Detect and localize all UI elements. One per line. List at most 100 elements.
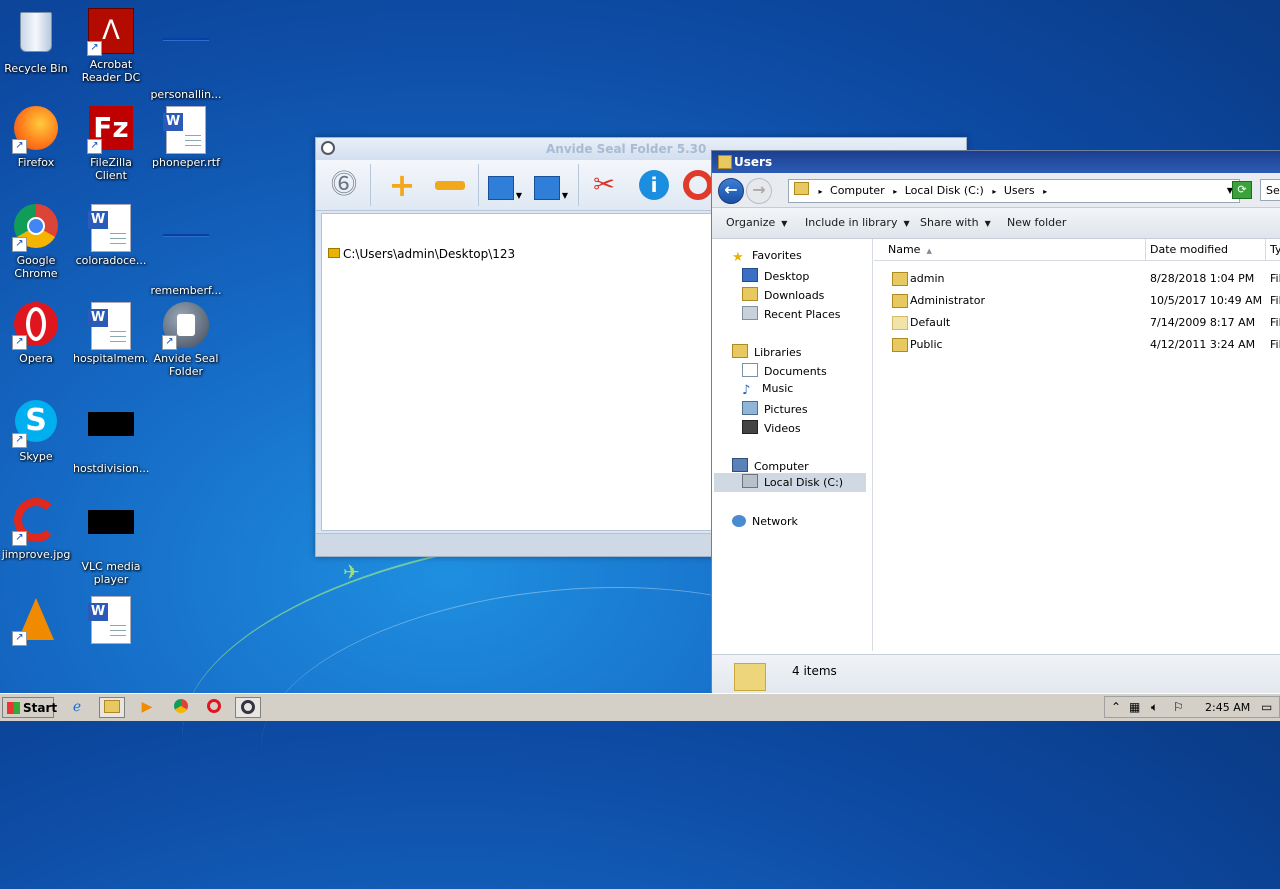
pictures-icon — [742, 401, 758, 415]
explorer-titlebar[interactable]: Users — [712, 151, 1280, 173]
desktop-icon-phoneper[interactable]: W phoneper.rtf — [148, 106, 224, 169]
nav-computer[interactable]: Computer — [732, 458, 809, 473]
anvide-title: Anvide Seal Folder 5.30 — [546, 142, 707, 156]
folder-list-item[interactable]: C:\Users\admin\Desktop\123 — [328, 247, 515, 261]
wallpaper-logo: ✈ — [343, 560, 360, 584]
file-icon — [162, 38, 210, 86]
desktop-icon-opera[interactable]: ↗ Opera — [0, 302, 74, 365]
item-count: 4 items — [792, 664, 837, 678]
user-folder-icon — [892, 272, 908, 286]
organize-button[interactable]: Organize ▼ — [726, 216, 787, 229]
shortcut-arrow-icon: ↗ — [12, 237, 27, 252]
show-desktop-icon[interactable]: ▭ — [1261, 700, 1272, 714]
column-header-type[interactable]: Ty — [1266, 239, 1280, 261]
clock[interactable]: 2:45 AM — [1205, 701, 1250, 714]
refresh-button[interactable]: ⟳ — [1232, 181, 1252, 199]
word-document-icon: W — [87, 204, 135, 252]
action-center-flag-icon[interactable]: ⚐ — [1173, 700, 1184, 714]
word-document-icon: W — [162, 106, 210, 154]
nav-documents[interactable]: Documents — [742, 363, 827, 378]
show-hidden-icons-icon[interactable]: ⌃ — [1111, 700, 1121, 714]
taskbar-chrome-icon[interactable] — [168, 697, 194, 718]
taskbar-opera-icon[interactable] — [201, 697, 227, 718]
explorer-window[interactable]: Users ← → ▸ Computer ▸ Local Disk (C:) ▸… — [711, 150, 1280, 693]
desktop-icon-rememberf[interactable]: rememberf... — [148, 204, 224, 297]
start-button[interactable]: Start — [2, 697, 57, 718]
breadcrumb-computer[interactable]: Computer — [830, 184, 885, 197]
settings-wrench-icon[interactable]: ✂ — [586, 168, 622, 202]
folder-icon — [718, 155, 732, 169]
nav-network[interactable]: Network — [732, 515, 798, 528]
back-button[interactable]: ← — [718, 178, 744, 204]
desktop-icon-ccleaner[interactable]: ↗ jimprove.jpg — [0, 498, 74, 561]
column-header-name[interactable]: Name ▲ — [874, 239, 1146, 261]
recycle-bin-icon — [12, 12, 60, 60]
breadcrumb-local-disk[interactable]: Local Disk (C:) — [905, 184, 984, 197]
taskbar-anvide-icon[interactable] — [235, 697, 261, 718]
desktop-icon-hostdivision[interactable]: hostdivision... — [73, 400, 149, 475]
shortcut-arrow-icon: ↗ — [12, 139, 27, 154]
file-row[interactable]: Public 4/12/2011 3:24 AM Fil — [874, 334, 1280, 356]
file-row[interactable]: Default 7/14/2009 8:17 AM Fil — [874, 312, 1280, 334]
column-header-date[interactable]: Date modified — [1146, 239, 1266, 261]
lock-folder-button[interactable]: ▼ — [482, 168, 526, 202]
info-icon[interactable]: i — [636, 168, 672, 202]
desktop-icon-hospitalmem[interactable]: W hospitalmem... — [73, 302, 149, 365]
nav-recent-places[interactable]: Recent Places — [742, 306, 841, 321]
nav-favorites[interactable]: ★ Favorites — [732, 249, 802, 265]
remove-folder-button[interactable] — [432, 168, 468, 202]
desktop-icon-acrobat[interactable]: ᐱ ↗ Acrobat Reader DC — [73, 8, 149, 84]
lock-dial-icon[interactable]: ⓺ — [326, 168, 362, 202]
acrobat-icon: ᐱ ↗ — [87, 8, 135, 56]
desktop-icon-skype[interactable]: S ↗ Skype — [0, 400, 74, 463]
anvide-seal-icon: ↗ — [162, 302, 210, 350]
opera-icon: ↗ — [12, 302, 60, 350]
documents-icon — [742, 363, 758, 377]
desktop-icon-chrome[interactable]: ↗ Google Chrome — [0, 204, 74, 280]
drive-icon — [742, 474, 758, 488]
computer-icon — [732, 458, 748, 472]
nav-desktop[interactable]: Desktop — [742, 268, 809, 283]
forward-button[interactable]: → — [746, 178, 772, 204]
image-file-icon — [87, 412, 135, 460]
desktop-icon-anvide[interactable]: ↗ Anvide Seal Folder — [148, 302, 224, 378]
nav-videos[interactable]: Videos — [742, 420, 801, 435]
app-menu-icon[interactable] — [321, 141, 335, 155]
taskbar-ie-icon[interactable]: ℯ — [64, 697, 90, 718]
desktop-icon-recycle-bin[interactable]: Recycle Bin — [0, 8, 74, 75]
folder-list[interactable]: C:\Users\admin\Desktop\123 — [321, 213, 723, 531]
taskbar: Start ℯ ▶ ⌃ ▦ 🔈︎ ⚐ 2:45 AM ▭ — [0, 693, 1280, 721]
volume-icon[interactable]: 🔈︎ — [1151, 700, 1158, 715]
desktop-icon-firefox[interactable]: ↗ Firefox — [0, 106, 74, 169]
desktop-icon-coloradoce[interactable]: W coloradoce... — [73, 204, 149, 267]
share-with-button[interactable]: Share with ▼ — [920, 216, 991, 229]
recent-places-icon — [742, 306, 758, 320]
file-row[interactable]: Administrator 10/5/2017 10:49 AM Fil — [874, 290, 1280, 312]
desktop-icon-vlc[interactable]: ↗ — [0, 596, 74, 648]
taskbar-explorer-icon[interactable] — [99, 697, 125, 718]
nav-downloads[interactable]: Downloads — [742, 287, 824, 302]
breadcrumb-users[interactable]: Users — [1004, 184, 1035, 197]
network-icon[interactable]: ▦ — [1129, 700, 1140, 714]
desktop-icon-patientcredi[interactable]: W — [73, 596, 149, 646]
desktop-icon — [742, 268, 758, 282]
vlc-cone-icon: ↗ — [12, 598, 60, 646]
add-folder-button[interactable]: + — [384, 168, 420, 202]
desktop-icon-filezilla[interactable]: Fz ↗ FileZilla Client — [73, 106, 149, 182]
nav-libraries[interactable]: Libraries — [732, 344, 802, 359]
unlock-folder-button[interactable]: ▼ — [528, 168, 572, 202]
folder-icon — [892, 316, 908, 330]
nav-local-disk[interactable]: Local Disk (C:) — [714, 473, 866, 492]
nav-music[interactable]: ♪ Music — [742, 382, 793, 398]
file-row[interactable]: admin 8/28/2018 1:04 PM Fil — [874, 268, 1280, 290]
new-folder-button[interactable]: New folder — [1007, 216, 1066, 229]
address-bar[interactable]: ▸ Computer ▸ Local Disk (C:) ▸ Users ▸ ▼ — [788, 179, 1240, 203]
skype-icon: S ↗ — [12, 400, 60, 448]
desktop-icon-personallin[interactable]: personallin... — [148, 8, 224, 101]
search-input[interactable]: Se — [1260, 179, 1280, 201]
desktop-icon-jimprove[interactable]: VLC media player — [73, 498, 149, 586]
taskbar-media-player-icon[interactable]: ▶ — [134, 697, 160, 718]
include-in-library-button[interactable]: Include in library ▼ — [805, 216, 910, 229]
nav-pictures[interactable]: Pictures — [742, 401, 808, 416]
file-icon — [162, 234, 210, 282]
